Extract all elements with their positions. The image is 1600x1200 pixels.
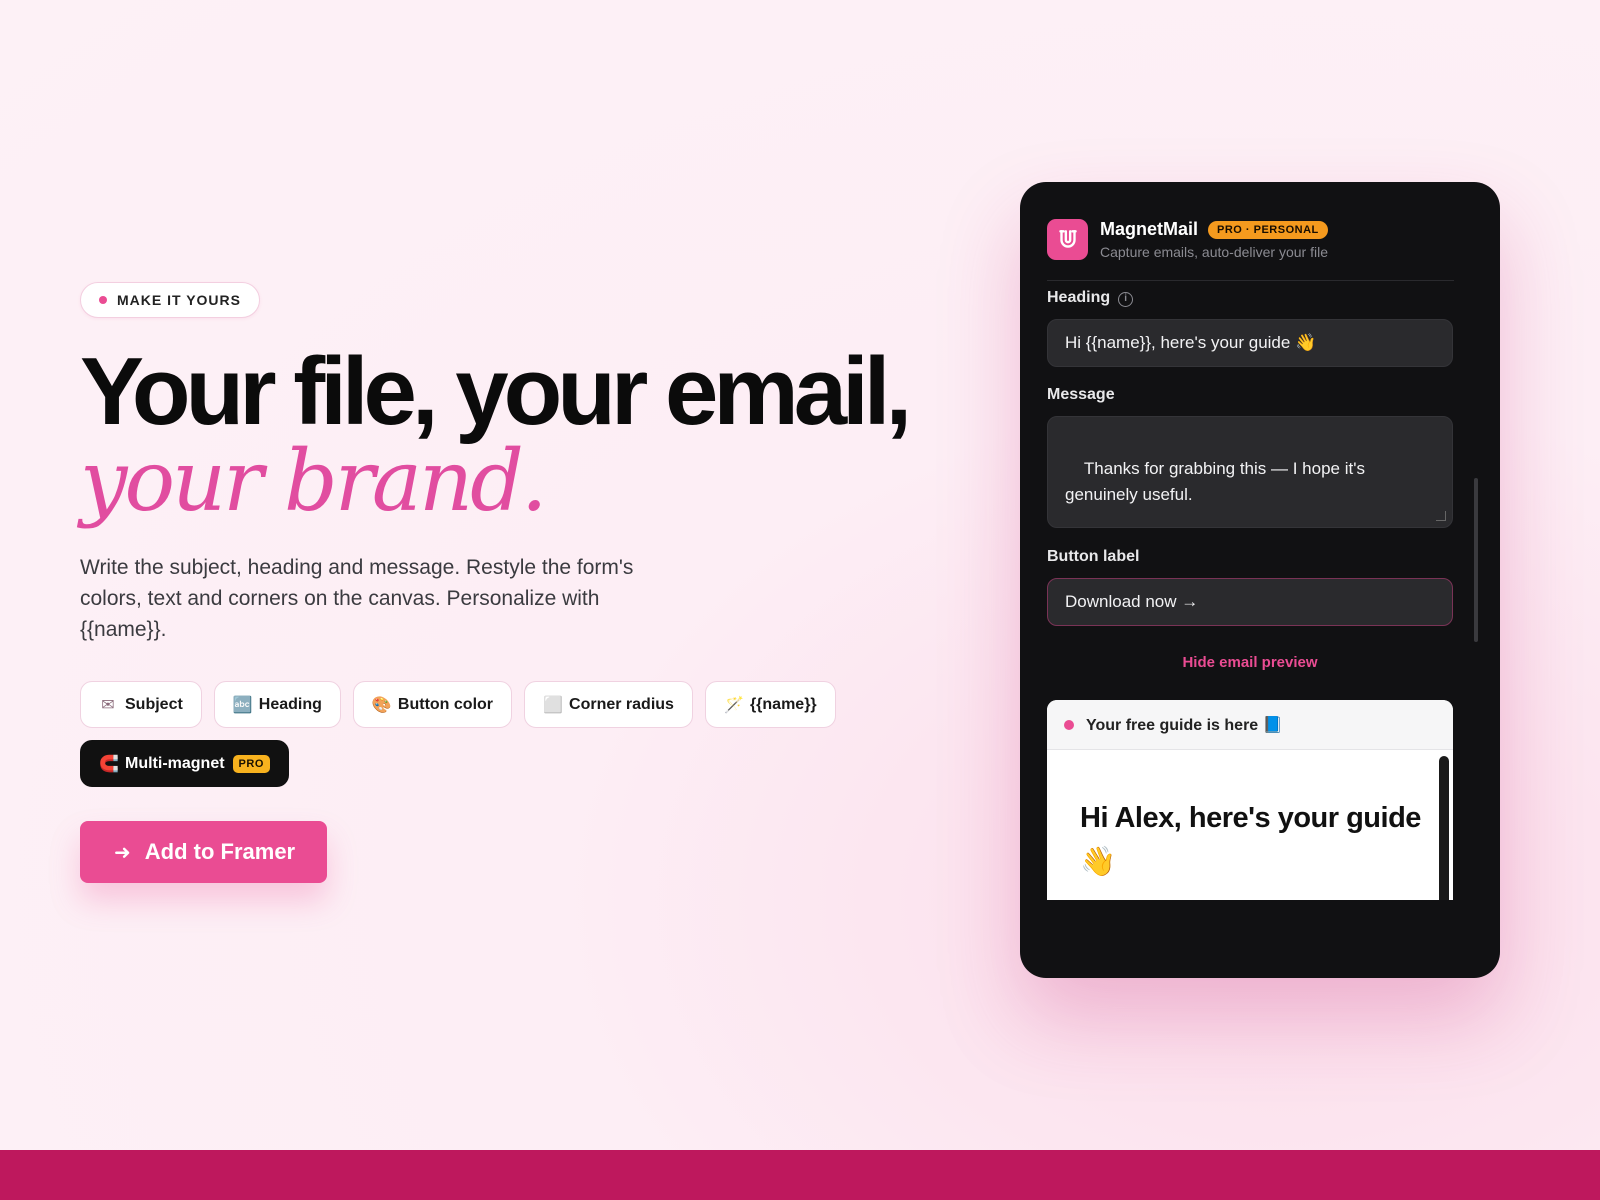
magnet-icon: 🧲 — [99, 755, 119, 773]
email-heading: Hi Alex, here's your guide 👋 — [1080, 802, 1421, 878]
email-preview-subject-bar: Your free guide is here 📘 — [1047, 700, 1453, 750]
email-subject: Your free guide is here 📘 — [1086, 716, 1283, 734]
dot-icon — [99, 296, 107, 304]
feature-chips: ✉ Subject 🔤 Heading 🎨 Button color ⬜ Cor… — [80, 681, 860, 787]
arrow-right-icon: ➜ — [114, 841, 131, 864]
square-icon: ⬜ — [543, 696, 563, 714]
dot-icon — [1064, 719, 1074, 730]
heading-field-label: Heading i — [1047, 289, 1134, 307]
chip-label: Corner radius — [569, 695, 674, 713]
message-textarea[interactable]: Thanks for grabbing this — I hope it's g… — [1047, 416, 1453, 528]
panel-header: MagnetMail PRO · PERSONAL Capture emails… — [1047, 219, 1454, 281]
abc-icon: 🔤 — [232, 696, 253, 714]
button-label-input[interactable]: Download now → — [1047, 578, 1453, 626]
heading-label-text: Heading — [1047, 289, 1111, 306]
hero-description: Write the subject, heading and message. … — [80, 556, 634, 641]
chip-button-color[interactable]: 🎨 Button color — [352, 681, 513, 728]
eyebrow-badge: MAKE IT YOURS — [80, 282, 260, 318]
palette-icon: 🎨 — [371, 696, 392, 714]
plan-badge: PRO · PERSONAL — [1208, 221, 1328, 239]
chip-multi-magnet[interactable]: 🧲 Multi-magnet PRO — [80, 740, 289, 787]
chip-corner-radius[interactable]: ⬜ Corner radius — [524, 681, 693, 728]
app-name: MagnetMail — [1100, 219, 1199, 239]
chip-label: Subject — [125, 695, 183, 713]
heading-input[interactable]: Hi {{name}}, here's your guide 👋 — [1047, 319, 1453, 367]
eyebrow-label: MAKE IT YOURS — [117, 292, 241, 308]
footer-bar — [0, 1150, 1600, 1200]
chip-subject[interactable]: ✉ Subject — [80, 681, 202, 728]
message-text: Thanks for grabbing this — I hope it's g… — [1065, 459, 1365, 504]
button-label-field-label: Button label — [1047, 548, 1140, 565]
chip-label: {{name}} — [749, 695, 817, 713]
chip-label: Button color — [397, 695, 494, 713]
pro-tag: PRO — [232, 754, 270, 773]
chip-heading[interactable]: 🔤 Heading — [213, 681, 341, 728]
magnet-logo-icon — [1047, 219, 1088, 260]
email-preview: Your free guide is here 📘 Hi Alex, here'… — [1047, 700, 1453, 900]
envelope-icon: ✉ — [101, 696, 115, 714]
plugin-panel: MagnetMail PRO · PERSONAL Capture emails… — [1020, 182, 1500, 978]
preview-scrollbar[interactable] — [1439, 756, 1449, 900]
cta-label: Add to Framer — [144, 839, 296, 864]
resize-handle-icon[interactable] — [1436, 511, 1446, 521]
chip-name-variable[interactable]: 🪄 {{name}} — [704, 681, 836, 728]
chip-label: Multi-magnet — [125, 754, 225, 772]
hero-section: MAKE IT YOURS Your file, your email, you… — [80, 282, 980, 883]
hero-title: Your file, your email, — [80, 338, 912, 445]
info-icon[interactable]: i — [1118, 292, 1134, 307]
app-tagline: Capture emails, auto-deliver your file — [1100, 244, 1328, 260]
add-to-framer-button[interactable]: ➜ Add to Framer — [80, 821, 328, 883]
wand-icon: 🪄 — [723, 696, 744, 714]
panel-scrollbar[interactable] — [1474, 478, 1478, 642]
chip-label: Heading — [258, 695, 322, 713]
hide-email-preview-link[interactable]: Hide email preview — [1047, 654, 1453, 671]
message-field-label: Message — [1047, 386, 1115, 403]
hero-title-accent: your brand. — [80, 432, 548, 530]
